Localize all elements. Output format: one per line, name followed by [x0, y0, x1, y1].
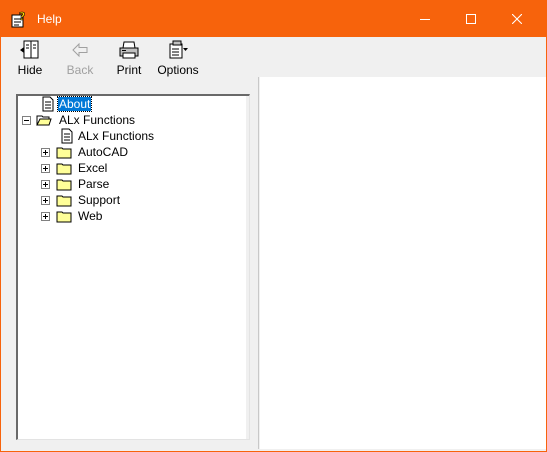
expand-toggle[interactable]: [41, 164, 50, 173]
options-button[interactable]: Options: [156, 40, 200, 77]
navigation-pane: About ALx Functions ALx Functions AutoCA…: [3, 77, 259, 449]
hide-pane-icon: [20, 40, 39, 59]
svg-text:?: ?: [19, 10, 25, 23]
tree-item-label: Web: [78, 209, 103, 223]
page-icon: [61, 128, 73, 144]
printer-icon: [119, 41, 139, 59]
tree-item-autocad[interactable]: AutoCAD: [18, 144, 247, 160]
tree-item-label: Support: [78, 193, 121, 207]
expand-toggle[interactable]: [41, 148, 50, 157]
toolbar: Hide Back Print Options: [1, 37, 546, 77]
tree-item-label: Parse: [78, 177, 110, 191]
tree-item-label: ALx Functions: [78, 129, 155, 143]
back-label: Back: [66, 63, 94, 77]
tree-item-label: About: [56, 96, 93, 112]
contents-tree[interactable]: About ALx Functions ALx Functions AutoCA…: [16, 94, 250, 440]
tree-item-label: Excel: [78, 161, 108, 175]
tree-item-label: AutoCAD: [78, 145, 129, 159]
close-icon: [512, 14, 522, 24]
tree-item-web[interactable]: Web: [18, 208, 247, 224]
tree-item-alx-functions[interactable]: ALx Functions: [18, 112, 247, 128]
expand-toggle[interactable]: [41, 180, 50, 189]
options-label: Options: [157, 63, 199, 77]
tree-item-parse[interactable]: Parse: [18, 176, 247, 192]
maximize-icon: [466, 14, 476, 24]
window-title: Help: [37, 12, 62, 26]
tree-item-alx-functions-page[interactable]: ALx Functions: [18, 128, 247, 144]
minimize-icon: [420, 19, 430, 20]
expand-toggle[interactable]: [41, 212, 50, 221]
close-button[interactable]: [494, 1, 540, 37]
page-icon: [42, 96, 54, 112]
folder-icon: [56, 211, 72, 223]
collapse-toggle[interactable]: [22, 116, 31, 125]
tree-item-about[interactable]: About: [18, 96, 247, 112]
folder-open-icon: [36, 115, 52, 126]
help-window: ? Help Hide Back Print Options About ALx…: [0, 0, 547, 452]
back-button[interactable]: Back: [63, 40, 97, 77]
maximize-button[interactable]: [448, 1, 494, 37]
folder-icon: [56, 179, 72, 191]
topic-content-pane[interactable]: [260, 77, 546, 449]
hide-button[interactable]: Hide: [14, 40, 46, 77]
tree-item-excel[interactable]: Excel: [18, 160, 247, 176]
title-bar[interactable]: ? Help: [1, 1, 546, 37]
hide-label: Hide: [17, 63, 43, 77]
print-label: Print: [116, 63, 142, 77]
expand-toggle[interactable]: [41, 196, 50, 205]
print-button[interactable]: Print: [113, 40, 145, 77]
folder-icon: [56, 195, 72, 207]
tree-item-support[interactable]: Support: [18, 192, 247, 208]
minimize-button[interactable]: [402, 1, 448, 37]
folder-icon: [56, 147, 72, 159]
options-icon: [169, 40, 188, 59]
tree-item-label: ALx Functions: [59, 113, 136, 127]
back-arrow-icon: [72, 42, 88, 58]
folder-icon: [56, 163, 72, 175]
help-app-icon: ?: [11, 10, 26, 28]
